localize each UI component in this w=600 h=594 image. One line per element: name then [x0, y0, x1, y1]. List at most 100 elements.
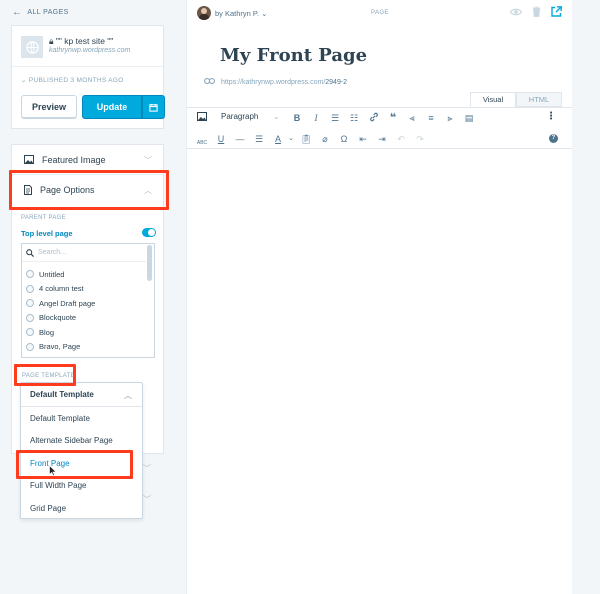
list-item[interactable]: Bravo, Page	[26, 340, 95, 355]
bullet-list-icon[interactable]: ☰	[328, 112, 342, 124]
editor-toolbar: Paragraph ⌄ B I ☰ ☷ ❝ ⫷ ≡ ⫸ ▤ ⋮ ABC U — …	[187, 107, 572, 149]
scrollbar-thumb[interactable]	[147, 245, 152, 281]
indent-icon[interactable]: ⇥	[375, 133, 389, 145]
tab-html[interactable]: HTML	[516, 92, 562, 107]
template-option-grid[interactable]: Grid Page	[21, 497, 142, 520]
template-option-full-width[interactable]: Full Width Page	[21, 475, 142, 498]
toolbar-row-2: ABC U — ☰ A ⌄ 📋︎ ⌀ Ω ⇤ ⇥ ↶ ↷ ?	[187, 129, 572, 149]
help-icon[interactable]: ?	[549, 134, 558, 143]
page-options-section[interactable]: Page Options ︿	[12, 175, 163, 205]
site-card: 🔒︎ "" kp test site "" kathrynwp.wordpres…	[11, 25, 165, 129]
page-item-label: Bravo, Page	[39, 342, 81, 352]
list-item[interactable]: Untitled	[26, 267, 95, 282]
page-item-label: 4 column test	[39, 284, 84, 294]
chevron-up-icon: ︿	[144, 186, 152, 195]
author-selector[interactable]: by Kathryn P. ⌄	[215, 9, 267, 18]
more-tag-icon[interactable]: ▤	[462, 112, 476, 124]
chevron-down-icon: ⌄	[261, 9, 268, 18]
outdent-icon[interactable]: ⇤	[356, 133, 370, 145]
bold-icon[interactable]: B	[290, 112, 304, 124]
radio-button[interactable]	[26, 284, 34, 293]
template-selected-value[interactable]: Default Template ︿	[21, 383, 142, 407]
external-link-icon[interactable]	[551, 6, 562, 20]
radio-button[interactable]	[26, 313, 34, 322]
more-options-icon[interactable]: ⋮	[546, 111, 556, 122]
horizontal-line-icon[interactable]: —	[233, 133, 247, 145]
chevron-down-icon[interactable]: ⌄	[284, 133, 298, 145]
template-option-front-page[interactable]: Front Page	[21, 452, 142, 475]
author-text: by Kathryn P.	[215, 9, 260, 18]
format-select[interactable]: Paragraph	[221, 112, 258, 121]
parent-search-input[interactable]: Search...	[22, 244, 146, 262]
page-item-label: Angel Draft page	[39, 298, 96, 308]
top-actions	[509, 6, 562, 20]
blockquote-icon[interactable]: ❝	[386, 112, 400, 124]
align-right-icon[interactable]: ⫸	[443, 112, 457, 124]
chevron-down-icon[interactable]: ﹀	[143, 463, 151, 474]
radio-button[interactable]	[26, 342, 34, 351]
site-url: kathrynwp.wordpress.com	[49, 47, 131, 54]
add-media-icon[interactable]	[195, 112, 209, 124]
trash-icon[interactable]	[532, 6, 541, 20]
editor-area: by Kathryn P. ⌄ PAGE My Front Page https…	[186, 0, 572, 594]
chevron-down-icon[interactable]: ﹀	[143, 494, 151, 505]
text-color-icon[interactable]: A	[271, 133, 285, 145]
list-item[interactable]: 4 column test	[26, 282, 95, 297]
undo-icon[interactable]: ↶	[394, 133, 408, 145]
site-globe-icon	[21, 36, 43, 58]
italic-icon[interactable]: I	[309, 112, 323, 124]
permalink[interactable]: https://kathrynwp.wordpress.com/2949-2	[204, 78, 347, 86]
featured-image-section[interactable]: Featured Image ﹀	[12, 145, 163, 175]
search-placeholder: Search...	[38, 249, 67, 256]
strikethrough-icon[interactable]: ABC	[195, 137, 209, 149]
featured-image-label: Featured Image	[42, 154, 106, 165]
underline-icon[interactable]: U	[214, 133, 228, 145]
top-level-toggle[interactable]	[142, 228, 156, 237]
chevron-up-icon: ︿	[124, 391, 132, 400]
list-item[interactable]: Angel Draft page	[26, 296, 95, 311]
toolbar-row-1: Paragraph ⌄ B I ☰ ☷ ❝ ⫷ ≡ ⫸ ▤ ⋮	[187, 108, 572, 128]
chevron-down-icon[interactable]: ⌄	[273, 112, 280, 121]
all-pages-link[interactable]: ← ALL PAGES	[12, 8, 69, 18]
radio-button[interactable]	[26, 328, 34, 337]
page-title[interactable]: My Front Page	[220, 45, 367, 66]
special-character-icon[interactable]: Ω	[337, 133, 351, 145]
search-icon	[26, 248, 34, 257]
tab-visual[interactable]: Visual	[470, 92, 516, 107]
schedule-button[interactable]	[142, 95, 165, 119]
numbered-list-icon[interactable]: ☷	[347, 112, 361, 124]
image-icon	[24, 155, 34, 164]
template-option-alternate-sidebar[interactable]: Alternate Sidebar Page	[21, 430, 142, 453]
post-type-label: PAGE	[371, 10, 389, 16]
published-text: PUBLISHED 3 MONTHS AGO	[28, 77, 124, 84]
editor-mode-tabs: Visual HTML	[470, 92, 562, 107]
update-button[interactable]: Update	[82, 95, 142, 119]
avatar	[197, 6, 211, 20]
published-status[interactable]: ⌄ PUBLISHED 3 MONTHS AGO	[21, 76, 124, 84]
radio-button[interactable]	[26, 299, 34, 308]
redo-icon[interactable]: ↷	[413, 133, 427, 145]
scrollbar[interactable]	[147, 245, 153, 357]
align-left-icon[interactable]: ⫷	[405, 112, 419, 124]
eye-icon[interactable]	[509, 7, 523, 19]
page-item-label: Blockquote	[39, 313, 77, 323]
list-item[interactable]: Blockquote	[26, 311, 95, 326]
editor-sidebar: ← ALL PAGES 🔒︎ "" kp test site "" kathry…	[0, 0, 186, 594]
top-level-page-label: Top level page	[21, 229, 73, 238]
radio-button[interactable]	[26, 270, 34, 279]
paste-text-icon[interactable]: 📋︎	[299, 133, 313, 145]
calendar-icon	[149, 103, 158, 112]
all-pages-label: ALL PAGES	[27, 9, 69, 16]
template-option-default[interactable]: Default Template	[21, 407, 142, 430]
page-template-dropdown[interactable]: Default Template ︿ Default Template Alte…	[20, 382, 143, 519]
link-icon[interactable]	[367, 112, 381, 125]
page-icon	[24, 185, 32, 195]
clear-formatting-icon[interactable]: ⌀	[318, 133, 332, 145]
justify-icon[interactable]: ☰	[252, 133, 266, 145]
align-center-icon[interactable]: ≡	[424, 112, 438, 124]
chevron-down-icon: ﹀	[144, 156, 152, 165]
preview-button[interactable]: Preview	[21, 95, 77, 119]
parent-page-list: Untitled 4 column test Angel Draft page …	[26, 267, 95, 354]
site-name-text: "" kp test site ""	[55, 36, 114, 46]
list-item[interactable]: Blog	[26, 325, 95, 340]
